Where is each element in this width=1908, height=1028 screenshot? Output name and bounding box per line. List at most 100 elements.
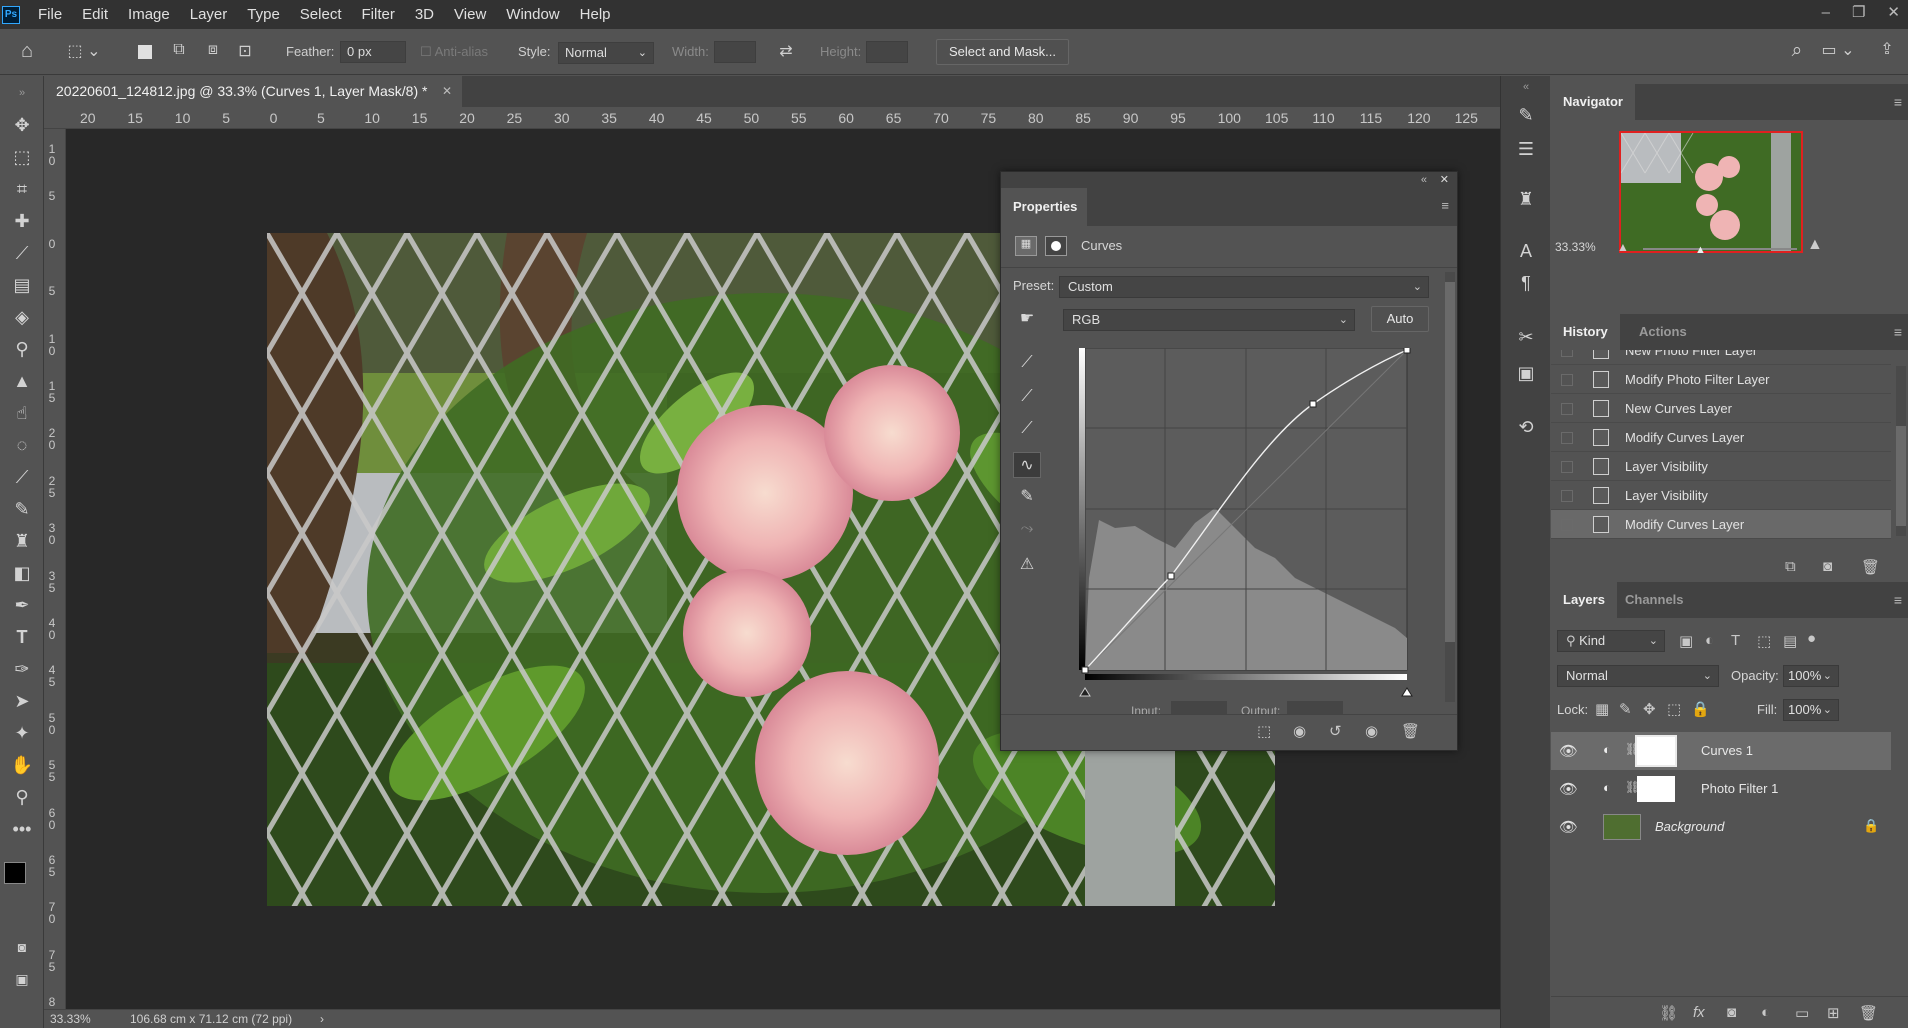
properties-scrollbar[interactable] bbox=[1445, 272, 1455, 702]
actions-tab[interactable]: Actions bbox=[1627, 314, 1699, 350]
subtract-selection-icon[interactable]: ⧈ bbox=[202, 41, 224, 63]
curve-edit-points-icon[interactable]: ∿ bbox=[1013, 452, 1041, 478]
visibility-eye-icon[interactable]: 👁 bbox=[1559, 780, 1578, 798]
search-icon[interactable]: ⌕ bbox=[1784, 40, 1810, 64]
new-layer-icon[interactable]: ⊞ bbox=[1827, 1004, 1840, 1022]
screen-mode-icon[interactable]: ▣ bbox=[6, 966, 38, 992]
rect-marquee-tool-icon[interactable]: ⬚ bbox=[6, 144, 38, 170]
history-item[interactable]: Modify Curves Layer bbox=[1551, 423, 1891, 452]
curves-graph[interactable] bbox=[1075, 348, 1415, 698]
layer-row[interactable]: 👁 ◐ ⛓ Photo Filter 1 bbox=[1551, 770, 1891, 808]
history-snapshot-checkbox[interactable] bbox=[1561, 461, 1573, 473]
healing-brush-icon[interactable]: ✚ bbox=[6, 208, 38, 234]
white-point-eyedropper-icon[interactable]: ⟋ bbox=[1013, 416, 1041, 442]
layer-style-icon[interactable]: fx bbox=[1693, 1004, 1705, 1021]
filter-smart-object-icon[interactable]: ▤ bbox=[1783, 632, 1797, 650]
menu-edit[interactable]: Edit bbox=[72, 0, 118, 29]
menu-file[interactable]: File bbox=[28, 0, 72, 29]
navigator-preview[interactable] bbox=[1619, 131, 1803, 253]
auto-button[interactable]: Auto bbox=[1371, 306, 1429, 332]
menu-filter[interactable]: Filter bbox=[352, 0, 405, 29]
navigator-zoom[interactable]: 33.33% bbox=[1555, 240, 1596, 254]
link-layers-icon[interactable]: ⛓ bbox=[1659, 1004, 1678, 1022]
visibility-eye-icon[interactable]: 👁 bbox=[1559, 742, 1578, 760]
menu-layer[interactable]: Layer bbox=[180, 0, 238, 29]
history-item[interactable]: New Photo Filter Layer bbox=[1551, 350, 1891, 365]
layer-thumbnail[interactable] bbox=[1603, 814, 1641, 840]
filter-shape-icon[interactable]: ⬚ bbox=[1757, 632, 1771, 650]
delete-adjustment-icon[interactable]: 🗑 bbox=[1401, 722, 1420, 740]
sharpen-tool-icon[interactable]: ▲ bbox=[6, 368, 38, 394]
new-adjustment-layer-icon[interactable]: ◐ bbox=[1761, 1004, 1770, 1021]
zoom-tool-icon[interactable]: ⚲ bbox=[6, 784, 38, 810]
new-snapshot-icon[interactable]: ◙ bbox=[1823, 558, 1832, 575]
direct-selection-icon[interactable]: ➤ bbox=[6, 688, 38, 714]
clip-to-layer-icon[interactable]: ⬚ bbox=[1257, 722, 1271, 740]
smooth-curve-icon[interactable]: ⤳ bbox=[1013, 516, 1041, 542]
properties-tab[interactable]: Properties bbox=[1001, 188, 1087, 226]
properties-menu-icon[interactable]: ≡ bbox=[1441, 198, 1449, 213]
history-snapshot-checkbox[interactable] bbox=[1561, 374, 1573, 386]
new-selection-icon[interactable] bbox=[134, 41, 156, 63]
shape-tool-icon[interactable]: ✦ bbox=[6, 720, 38, 746]
swap-width-height-icon[interactable]: ⇄ bbox=[774, 41, 798, 63]
style-select[interactable]: Normal ⌄ bbox=[558, 42, 654, 64]
quick-mask-icon[interactable]: ◙ bbox=[6, 934, 38, 960]
menu-help[interactable]: Help bbox=[570, 0, 621, 29]
lock-position-icon[interactable]: ✥ bbox=[1643, 700, 1656, 718]
reset-adjustment-icon[interactable]: ↺ bbox=[1329, 722, 1342, 740]
dodge-tool-icon[interactable]: ⚲ bbox=[6, 336, 38, 362]
layer-name[interactable]: Background bbox=[1655, 808, 1724, 846]
layer-row[interactable]: 👁 Background 🔒 bbox=[1551, 808, 1891, 846]
layer-mask-thumbnail[interactable] bbox=[1637, 776, 1675, 802]
menu-view[interactable]: View bbox=[444, 0, 496, 29]
foreground-color-swatch[interactable] bbox=[4, 862, 26, 884]
clipping-warning-icon[interactable]: ⚠ bbox=[1013, 552, 1041, 578]
zoom-level[interactable]: 33.33% bbox=[50, 1012, 91, 1026]
lock-all-icon[interactable]: 🔒 bbox=[1691, 700, 1710, 718]
history-item-selected[interactable]: Modify Curves Layer bbox=[1551, 510, 1891, 539]
color-sampler-icon[interactable]: ⟋ bbox=[6, 464, 38, 490]
view-previous-state-icon[interactable]: ◉ bbox=[1293, 722, 1306, 740]
close-window-button[interactable]: ✕ bbox=[1887, 0, 1900, 26]
lock-artboard-icon[interactable]: ⬚ bbox=[1667, 700, 1681, 718]
filter-pixel-icon[interactable]: ▣ bbox=[1679, 632, 1693, 650]
history-snapshot-checkbox[interactable] bbox=[1561, 432, 1573, 444]
history-item[interactable]: Layer Visibility bbox=[1551, 481, 1891, 510]
document-tab[interactable]: 20220601_124812.jpg @ 33.3% (Curves 1, L… bbox=[44, 76, 462, 107]
gradient-tool-icon[interactable]: ▤ bbox=[6, 272, 38, 298]
menu-image[interactable]: Image bbox=[118, 0, 180, 29]
layers-menu-icon[interactable]: ≡ bbox=[1894, 582, 1902, 618]
visibility-eye-icon[interactable]: 👁 bbox=[1559, 818, 1578, 836]
history-snapshot-checkbox[interactable] bbox=[1561, 519, 1573, 531]
history-item[interactable]: Modify Photo Filter Layer bbox=[1551, 365, 1891, 394]
character-icon[interactable]: A bbox=[1510, 236, 1542, 266]
add-mask-icon[interactable]: ◙ bbox=[1727, 1004, 1736, 1021]
layer-name[interactable]: Photo Filter 1 bbox=[1701, 770, 1778, 808]
brush-settings-icon[interactable]: ✎ bbox=[1510, 100, 1542, 130]
libraries-icon[interactable]: ▣ bbox=[1510, 358, 1542, 388]
close-panel-icon[interactable]: ✕ bbox=[1440, 172, 1449, 188]
anti-alias-checkbox[interactable]: ☐ Anti-alias bbox=[420, 41, 488, 63]
type-tool-icon[interactable]: T bbox=[6, 624, 38, 650]
menu-3d[interactable]: 3D bbox=[405, 0, 444, 29]
clone-stamp-icon[interactable]: ♜ bbox=[6, 528, 38, 554]
collapse-toolbar-icon[interactable]: » bbox=[6, 80, 38, 106]
minimize-button[interactable]: – bbox=[1822, 0, 1830, 26]
blend-mode-select[interactable]: Normal ⌄ bbox=[1557, 665, 1719, 687]
more-tools-icon[interactable]: ••• bbox=[6, 816, 38, 842]
history-brush-icon[interactable]: ⟲ bbox=[1510, 412, 1542, 442]
history-item[interactable]: New Curves Layer bbox=[1551, 394, 1891, 423]
filter-type-icon[interactable]: T bbox=[1731, 632, 1740, 649]
zoom-out-icon[interactable]: ▲ bbox=[1617, 240, 1629, 254]
tool-presets-icon[interactable]: ✂ bbox=[1510, 322, 1542, 352]
paint-bucket-icon[interactable]: ◈ bbox=[6, 304, 38, 330]
targeted-adjustment-icon[interactable]: ☛ bbox=[1013, 306, 1041, 332]
path-selection-icon[interactable]: ✑ bbox=[6, 656, 38, 682]
feather-input[interactable]: 0 px bbox=[340, 41, 406, 63]
add-selection-icon[interactable]: ⧉ bbox=[168, 41, 190, 63]
move-tool-icon[interactable]: ✥ bbox=[6, 112, 38, 138]
new-document-from-state-icon[interactable]: ⧉ bbox=[1785, 558, 1796, 575]
toggle-visibility-icon[interactable]: ◉ bbox=[1365, 722, 1378, 740]
quick-selection-icon[interactable]: ◌ bbox=[6, 432, 38, 458]
